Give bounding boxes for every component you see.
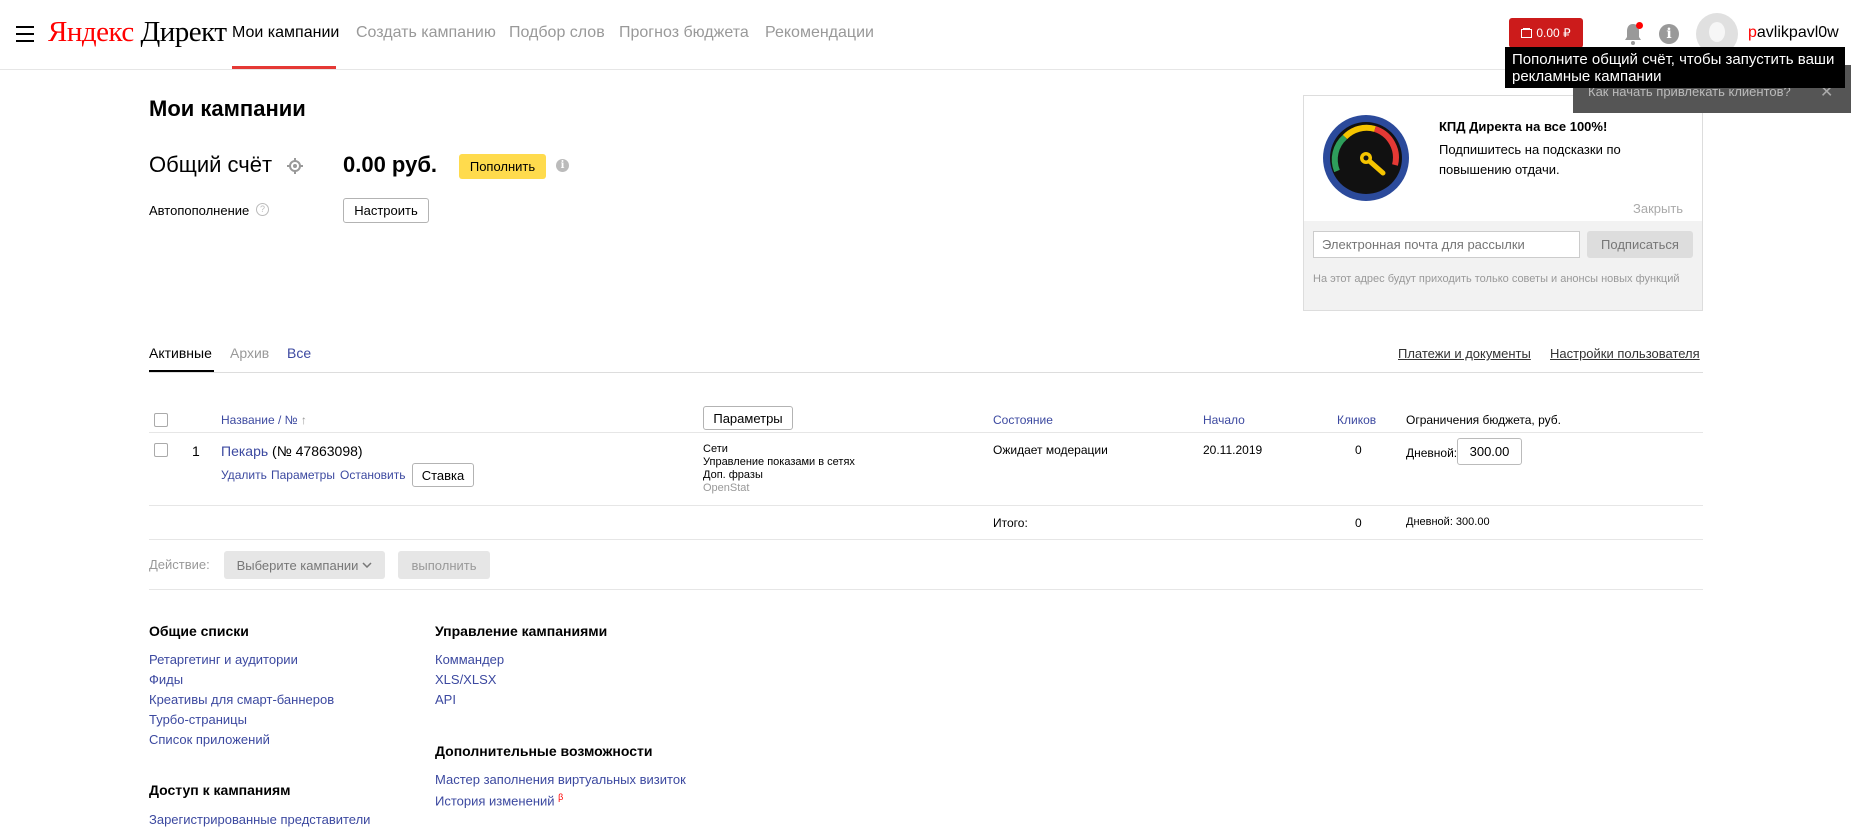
table-row: Пекарь (№ 47863098) <box>221 443 363 459</box>
vcard-wizard-link[interactable]: Мастер заполнения виртуальных визиток <box>435 772 686 787</box>
menu-icon[interactable] <box>16 26 34 42</box>
smart-banners-link[interactable]: Креативы для смарт-баннеров <box>149 692 334 707</box>
action-label: Действие: <box>149 557 210 572</box>
daily-budget-input[interactable]: 300.00 <box>1457 438 1522 465</box>
campaign-id: (№ 47863098) <box>272 443 363 459</box>
topup-button[interactable]: Пополнить <box>459 154 546 179</box>
th-name-label: Название / № <box>221 413 298 427</box>
parameters-button[interactable]: Параметры <box>703 406 793 430</box>
network-extra-phrases: Доп. фразы <box>703 469 763 481</box>
network-openstat: OpenStat <box>703 482 750 494</box>
nav-recommendations[interactable]: Рекомендации <box>765 24 874 42</box>
campaign-clicks: 0 <box>1355 443 1362 457</box>
yandex-direct-logo[interactable]: Яндекс Директ <box>48 16 227 49</box>
params-link[interactable]: Параметры <box>271 468 335 482</box>
nav-budget-forecast[interactable]: Прогноз бюджета <box>619 24 749 42</box>
balance-button[interactable]: 0.00 ₽ <box>1509 18 1583 48</box>
user-settings-link[interactable]: Настройки пользователя <box>1550 346 1700 361</box>
retargeting-link[interactable]: Ретаргетинг и аудитории <box>149 652 298 667</box>
payments-documents-link[interactable]: Платежи и документы <box>1398 346 1531 361</box>
th-budget: Ограничения бюджета, руб. <box>1406 413 1561 427</box>
nav-my-campaigns[interactable]: Мои кампании <box>232 24 339 42</box>
row-number: 1 <box>192 443 200 459</box>
campaign-start-date: 20.11.2019 <box>1203 443 1263 457</box>
promo-close-link[interactable]: Закрыть <box>1633 201 1683 216</box>
account-info-icon[interactable]: i <box>556 159 569 172</box>
info-icon[interactable]: i <box>1659 24 1679 44</box>
account-label: Общий счёт <box>149 152 273 177</box>
promo-note: На этот адрес будут приходить только сов… <box>1313 273 1680 285</box>
logo-direct: Директ <box>140 16 227 48</box>
network-display-management: Управление показами в сетях <box>703 456 855 468</box>
tab-archive[interactable]: Архив <box>230 345 269 361</box>
bid-button[interactable]: Ставка <box>412 463 474 487</box>
promo-title: КПД Директа на все 100%! <box>1439 119 1608 134</box>
notification-dot <box>1636 22 1643 29</box>
subscribe-button[interactable]: Подписаться <box>1587 231 1693 258</box>
page-title: Мои кампании <box>149 96 306 121</box>
network-label: Сети <box>703 443 728 455</box>
apps-list-link[interactable]: Список приложений <box>149 732 270 747</box>
account-amount: 0.00 руб. <box>343 152 438 177</box>
wallet-icon <box>1521 28 1533 38</box>
question-icon[interactable]: ? <box>256 203 269 216</box>
feeds-link[interactable]: Фиды <box>149 672 183 687</box>
email-field[interactable] <box>1313 231 1580 258</box>
commander-link[interactable]: Коммандер <box>435 652 504 667</box>
username[interactable]: pavlikpavl0w <box>1748 24 1839 42</box>
total-clicks: 0 <box>1355 516 1362 530</box>
delete-link[interactable]: Удалить <box>221 468 267 482</box>
api-link[interactable]: API <box>435 692 456 707</box>
change-history-link[interactable]: История изменений β <box>435 792 563 808</box>
nav-create-campaign[interactable]: Создать кампанию <box>356 24 496 42</box>
action-bar-divider <box>149 589 1703 590</box>
campaign-action-select-label: Выберите кампании <box>236 557 359 573</box>
username-first-letter: p <box>1748 24 1757 41</box>
autotopup-label: Автопополнение <box>149 203 250 218</box>
th-name[interactable]: Название / № ↑ <box>221 413 307 427</box>
campaign-action-select[interactable]: Выберите кампании <box>224 551 385 579</box>
total-divider <box>149 539 1703 540</box>
total-label: Итого: <box>993 516 1028 530</box>
execute-button[interactable]: выполнить <box>398 551 490 579</box>
promo-text: Подпишитесь на подсказки по повышению от… <box>1439 142 1621 177</box>
username-rest: avlikpavl0w <box>1756 24 1839 41</box>
row-checkbox[interactable] <box>154 443 168 457</box>
select-all-checkbox[interactable] <box>154 413 168 427</box>
th-start[interactable]: Начало <box>1203 413 1245 427</box>
th-status[interactable]: Состояние <box>993 413 1053 427</box>
campaign-name-link[interactable]: Пекарь <box>221 443 268 459</box>
table-header-divider <box>149 432 1703 433</box>
tab-all[interactable]: Все <box>287 345 311 361</box>
speedometer-icon <box>1323 115 1409 201</box>
change-history-label: История изменений <box>435 793 555 809</box>
nav-active-underline <box>232 66 336 69</box>
row-divider <box>149 505 1703 506</box>
logo-yandex: Яндекс <box>48 16 134 48</box>
nav-keyword-selection[interactable]: Подбор слов <box>509 24 605 42</box>
daily-budget-label: Дневной: <box>1406 446 1458 460</box>
network-settings: Сети Управление показами в сетях Доп. фр… <box>703 443 855 495</box>
extra-features-title: Дополнительные возможности <box>435 743 653 759</box>
chevron-down-icon <box>362 562 372 568</box>
topup-tooltip: Пополните общий счёт, чтобы запустить ва… <box>1505 47 1845 88</box>
total-budget: Дневной: 300.00 <box>1406 516 1490 528</box>
general-lists-title: Общие списки <box>149 623 249 639</box>
beta-badge: β <box>558 792 564 802</box>
stop-link[interactable]: Остановить <box>340 468 406 482</box>
representatives-link[interactable]: Зарегистрированные представители <box>149 812 370 827</box>
balance-amount: 0.00 ₽ <box>1536 26 1571 40</box>
gear-icon[interactable] <box>287 158 303 174</box>
campaign-management-title: Управление кампаниями <box>435 623 608 639</box>
campaign-status: Ожидает модерации <box>993 443 1108 457</box>
turbo-pages-link[interactable]: Турбо-страницы <box>149 712 247 727</box>
xls-link[interactable]: XLS/XLSX <box>435 672 496 687</box>
tabs-divider <box>149 372 1703 373</box>
sort-arrow-icon: ↑ <box>300 413 307 427</box>
configure-button[interactable]: Настроить <box>343 198 429 223</box>
th-clicks[interactable]: Кликов <box>1337 413 1376 427</box>
campaign-access-title: Доступ к кампаниям <box>149 782 291 798</box>
tab-active[interactable]: Активные <box>149 345 212 361</box>
